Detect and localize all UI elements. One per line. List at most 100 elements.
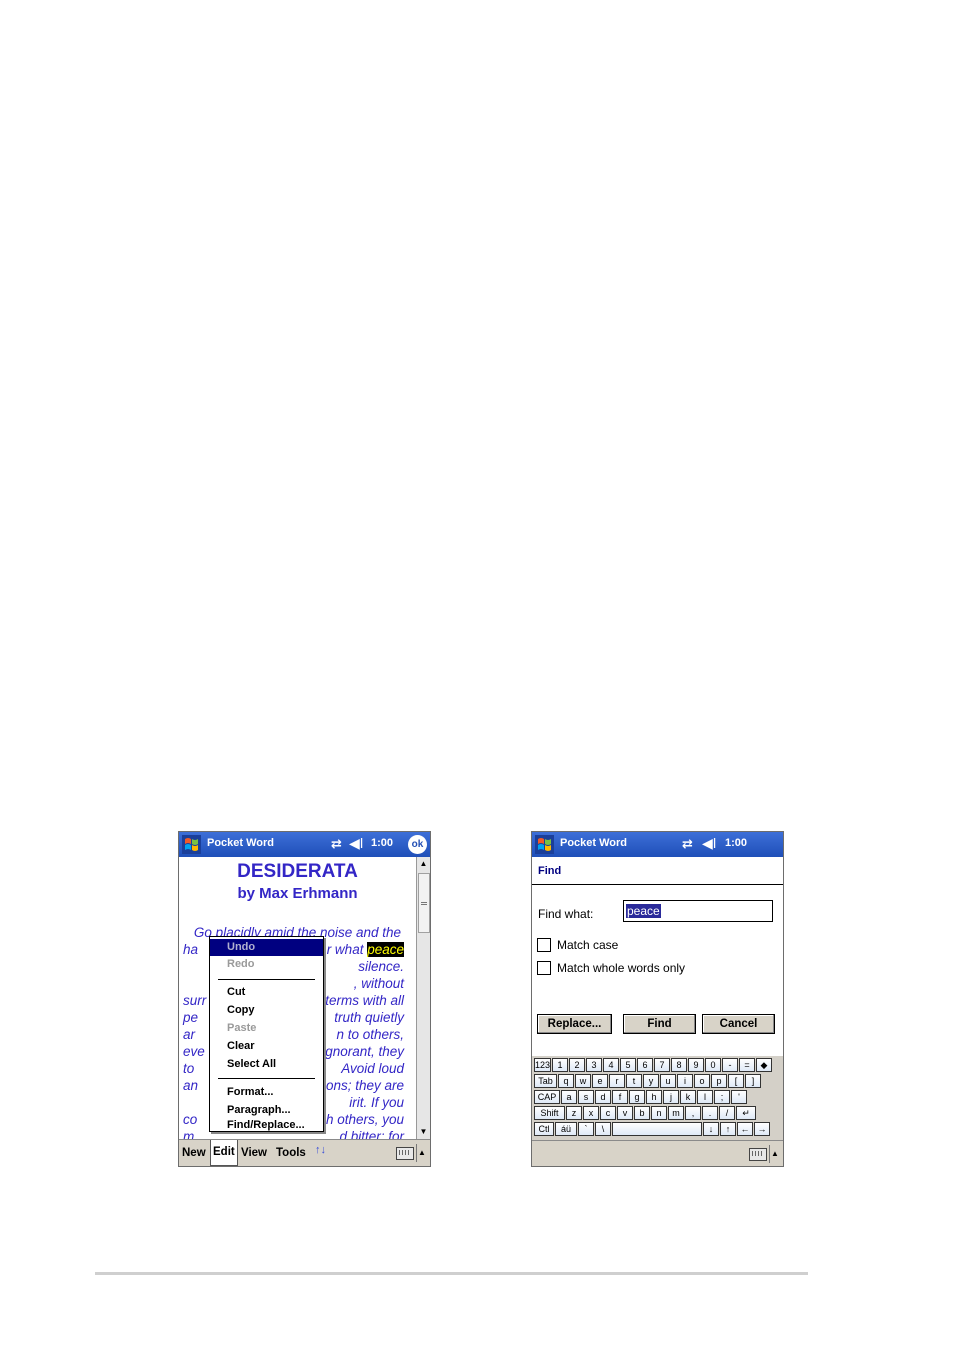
menu-item-paragraph[interactable]: Paragraph... [210,1102,323,1119]
connectivity-icon[interactable]: ⇄ [682,836,693,852]
menu-item-clear[interactable]: Clear [210,1038,323,1055]
menu-tools[interactable]: Tools [276,1147,306,1159]
keyboard-key[interactable]: o [694,1074,710,1088]
keyboard-key[interactable]: 6 [637,1058,653,1072]
menu-item-redo[interactable]: Redo [210,956,323,973]
speaker-icon[interactable]: ◀ǀ [349,835,363,852]
keyboard-key[interactable]: CAP [534,1090,560,1104]
keyboard-key[interactable]: g [629,1090,645,1104]
keyboard-icon[interactable] [749,1148,767,1161]
keyboard-key[interactable]: Ctl [534,1122,554,1136]
menu-item-select-all[interactable]: Select All [210,1056,323,1073]
match-case-label[interactable]: Match case [557,938,618,952]
keyboard-key[interactable]: c [600,1106,616,1120]
keyboard-key[interactable]: y [643,1074,659,1088]
keyboard-key[interactable]: [ [728,1074,744,1088]
keyboard-key[interactable]: = [739,1058,755,1072]
keyboard-key[interactable]: áü [555,1122,577,1136]
menu-item-undo[interactable]: Undo [210,939,323,956]
menu-item-copy[interactable]: Copy [210,1002,323,1019]
keyboard-key[interactable]: . [702,1106,718,1120]
keyboard-key[interactable]: d [595,1090,611,1104]
keyboard-key[interactable]: q [558,1074,574,1088]
scroll-thumb[interactable] [418,873,430,933]
keyboard-key[interactable]: z [566,1106,582,1120]
menu-item-format[interactable]: Format... [210,1084,323,1101]
keyboard-key[interactable]: Shift [534,1106,565,1120]
keyboard-key[interactable]: ↑ [720,1122,736,1136]
keyboard-key[interactable]: 4 [603,1058,619,1072]
menu-edit[interactable]: Edit [210,1140,238,1166]
keyboard-key[interactable]: / [719,1106,735,1120]
keyboard-key[interactable]: j [663,1090,679,1104]
keyboard-key[interactable]: Tab [534,1074,557,1088]
keyboard-key[interactable]: h [646,1090,662,1104]
toolbar-toggle-icon[interactable]: ↑↓ [315,1144,326,1156]
keyboard-key[interactable]: e [592,1074,608,1088]
keyboard-key[interactable]: 9 [688,1058,704,1072]
key-space[interactable] [612,1122,702,1136]
keyboard-key[interactable]: v [617,1106,633,1120]
menu-new[interactable]: New [182,1147,206,1159]
scroll-down-icon[interactable]: ▼ [417,1125,430,1138]
clock[interactable]: 1:00 [725,837,747,849]
find-button[interactable]: Find [623,1014,696,1034]
keyboard-key[interactable]: - [722,1058,738,1072]
keyboard-key[interactable]: a [561,1090,577,1104]
keyboard-icon[interactable] [396,1147,414,1160]
keyboard-key[interactable]: ← [737,1122,753,1136]
menu-item-find-replace[interactable]: Find/Replace... [210,1120,323,1131]
keyboard-key[interactable]: → [754,1122,770,1136]
keyboard-key[interactable]: 0 [705,1058,721,1072]
keyboard-key[interactable]: l [697,1090,713,1104]
keyboard-key[interactable]: t [626,1074,642,1088]
keyboard-key[interactable]: 2 [569,1058,585,1072]
keyboard-key[interactable]: \ [595,1122,611,1136]
input-panel-arrow-icon[interactable]: ▲ [769,1145,780,1163]
ok-button[interactable]: ok [408,835,427,854]
keyboard-key[interactable]: u [660,1074,676,1088]
menu-item-paste[interactable]: Paste [210,1020,323,1037]
menu-item-cut[interactable]: Cut [210,984,323,1001]
clock[interactable]: 1:00 [371,837,393,849]
windows-start-icon[interactable] [182,835,201,854]
keyboard-key[interactable]: 5 [620,1058,636,1072]
keyboard-key[interactable]: m [668,1106,684,1120]
menu-view[interactable]: View [241,1147,267,1159]
keyboard-key[interactable]: ` [578,1122,594,1136]
keyboard-key[interactable]: ; [714,1090,730,1104]
keyboard-key[interactable]: r [609,1074,625,1088]
match-case-checkbox[interactable] [537,938,551,952]
match-whole-words-checkbox[interactable] [537,961,551,975]
keyboard-key[interactable]: b [634,1106,650,1120]
keyboard-key[interactable]: ↵ [736,1106,756,1120]
keyboard-key[interactable]: 8 [671,1058,687,1072]
scroll-up-icon[interactable]: ▲ [417,857,430,870]
connectivity-icon[interactable]: ⇄ [331,836,342,852]
keyboard-key[interactable]: ' [731,1090,747,1104]
keyboard-key[interactable]: 123 [534,1058,551,1072]
replace-button[interactable]: Replace... [537,1014,612,1034]
keyboard-key[interactable]: ] [745,1074,761,1088]
keyboard-key[interactable]: ◆ [756,1058,772,1072]
cancel-button[interactable]: Cancel [702,1014,775,1034]
keyboard-key[interactable]: k [680,1090,696,1104]
keyboard-key[interactable]: x [583,1106,599,1120]
keyboard-key[interactable]: 7 [654,1058,670,1072]
keyboard-key[interactable]: 1 [552,1058,568,1072]
windows-start-icon[interactable] [535,835,554,854]
vertical-scrollbar[interactable]: ▲ ▼ [416,857,430,1139]
keyboard-key[interactable]: s [578,1090,594,1104]
input-panel-arrow-icon[interactable]: ▲ [416,1144,427,1162]
find-what-input[interactable]: peace [623,900,773,922]
keyboard-key[interactable]: p [711,1074,727,1088]
keyboard-key[interactable]: f [612,1090,628,1104]
keyboard-key[interactable]: , [685,1106,701,1120]
speaker-icon[interactable]: ◀ǀ [702,835,716,852]
keyboard-key[interactable]: 3 [586,1058,602,1072]
keyboard-key[interactable]: n [651,1106,667,1120]
match-whole-words-label[interactable]: Match whole words only [557,961,685,975]
keyboard-key[interactable]: i [677,1074,693,1088]
keyboard-key[interactable]: w [575,1074,591,1088]
keyboard-key[interactable]: ↓ [703,1122,719,1136]
